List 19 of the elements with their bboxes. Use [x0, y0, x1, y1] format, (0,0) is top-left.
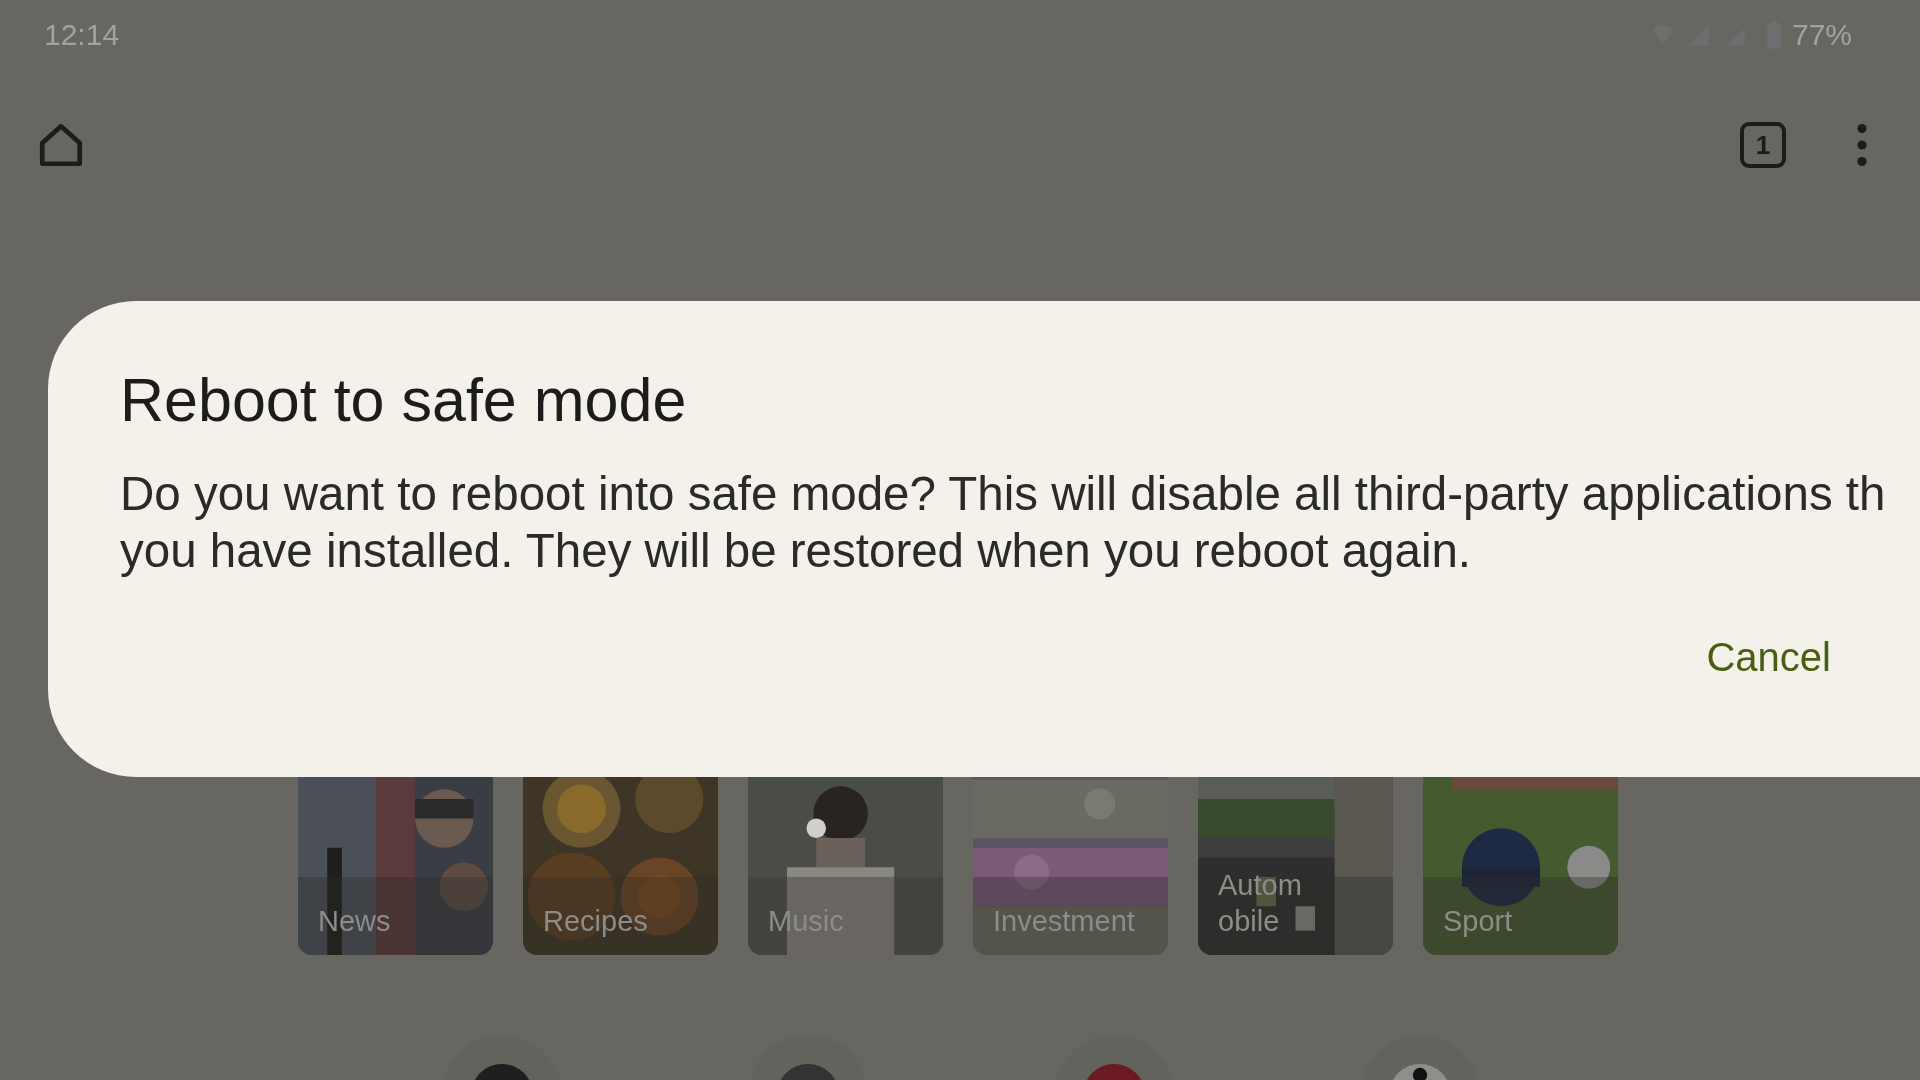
tile-label: Music [768, 904, 844, 939]
category-tile[interactable]: News [298, 760, 493, 955]
category-tile[interactable]: Recipes [523, 760, 718, 955]
category-tile[interactable]: Sport [1423, 760, 1618, 955]
cancel-button[interactable]: Cancel [1698, 631, 1839, 684]
battery-percentage: 77% [1791, 18, 1852, 52]
dialog-title: Reboot to safe mode [120, 365, 688, 435]
category-tile[interactable]: Investment [973, 760, 1168, 955]
tile-label: Recipes [543, 904, 648, 939]
dialog-message: Do you want to reboot into safe mode? This will disable all third-party applications th you have installed. They will be restored when you reboot again. [120, 466, 1887, 579]
tile-label: Investment [993, 904, 1135, 939]
menu-icon[interactable] [1856, 123, 1868, 167]
category-tile[interactable]: Autom obile [1198, 760, 1393, 955]
category-tile[interactable]: Music [748, 760, 943, 955]
tile-label: Sport [1443, 904, 1513, 939]
tile-label: Autom obile [1218, 868, 1302, 939]
tab-count-button[interactable]: 1 [1740, 122, 1786, 168]
tile-label: News [318, 904, 391, 939]
status-time: 12:14 [44, 18, 120, 52]
